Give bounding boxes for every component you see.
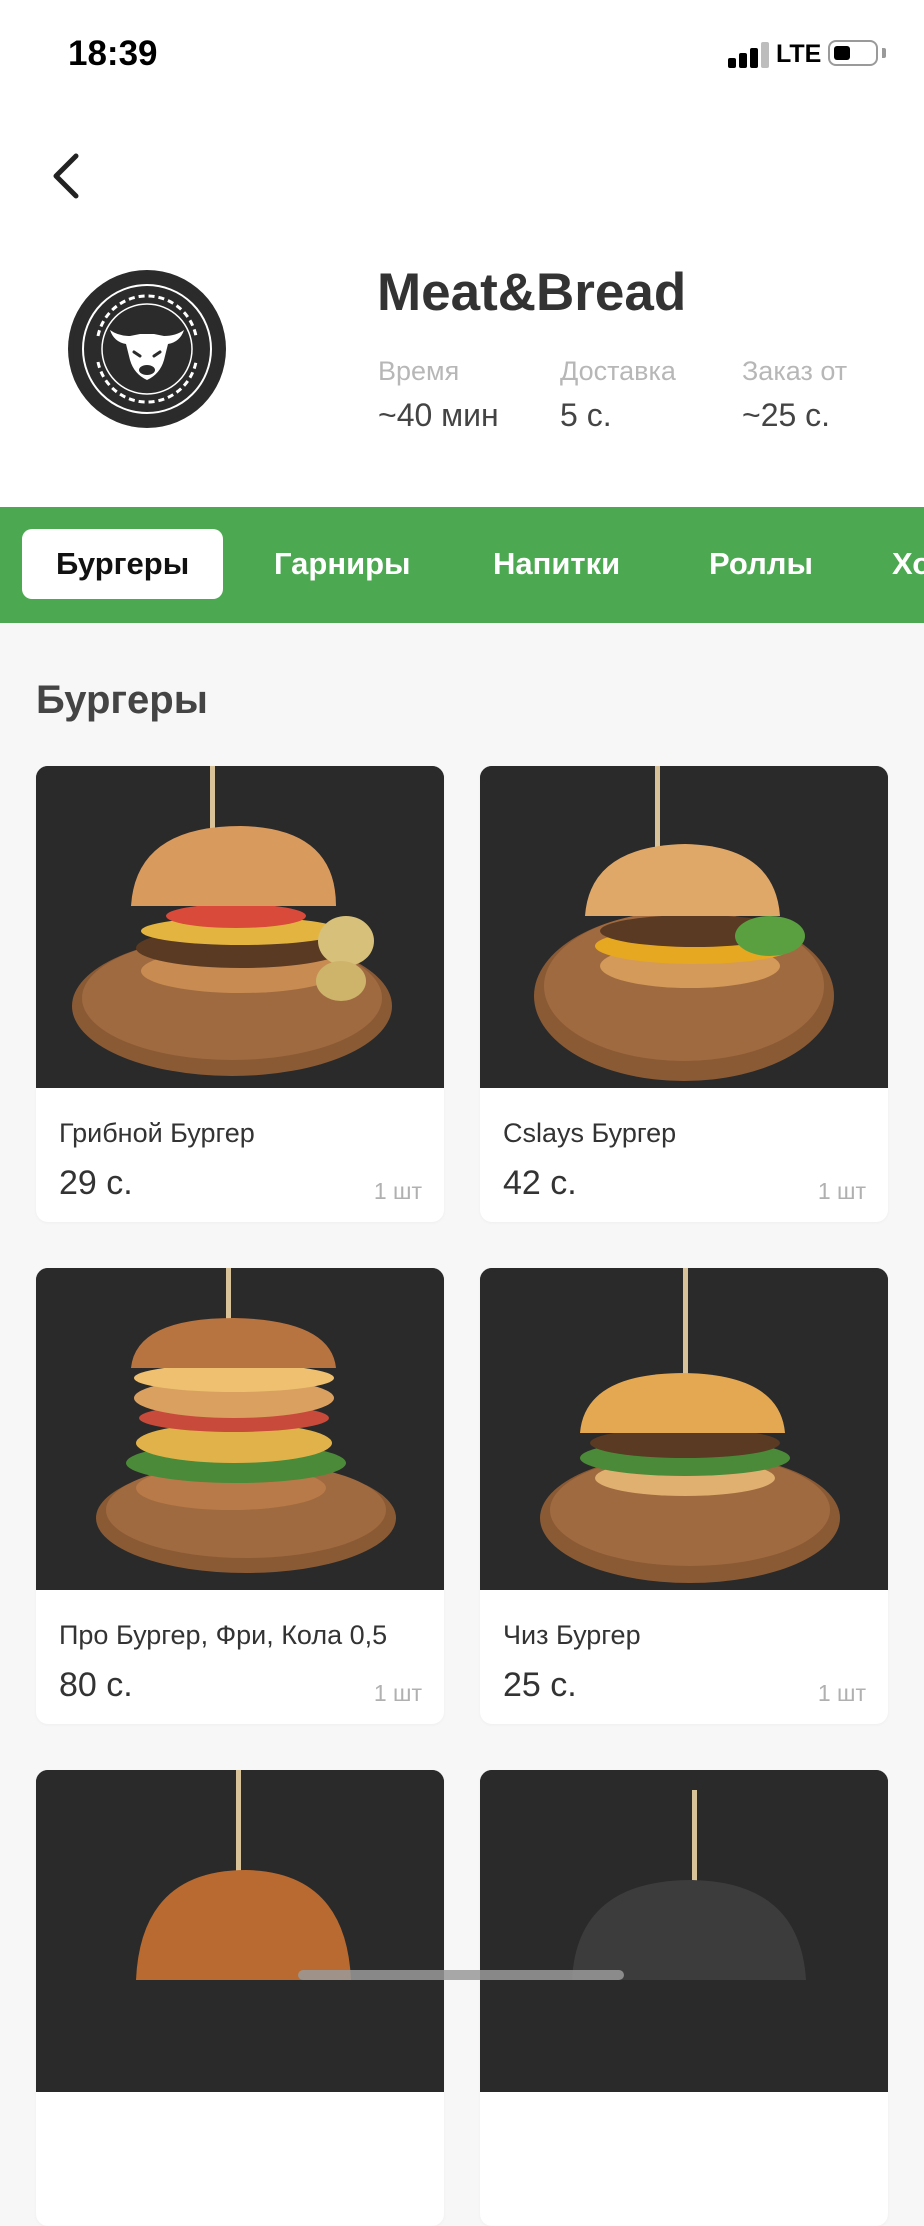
- product-image: [36, 1268, 444, 1590]
- product-qty: 1 шт: [817, 1178, 866, 1204]
- product-name: Грибной Бургер: [59, 1118, 255, 1148]
- product-image: [480, 1770, 888, 2092]
- product-card[interactable]: [36, 1770, 444, 2226]
- signal-icon: [728, 42, 769, 68]
- info-value: ~25 с.: [742, 397, 831, 433]
- back-chevron-icon: [53, 153, 79, 199]
- info-label: Время: [378, 356, 460, 386]
- status-time: 18:39: [68, 34, 158, 73]
- status-bar: 18:39 LTE: [0, 0, 924, 110]
- shop-name: Meat&Bread: [377, 263, 687, 322]
- category-tabs: Бургеры Гарниры Напитки Роллы Хо: [0, 507, 924, 623]
- shop-logo: [68, 270, 226, 428]
- battery-tip: [882, 48, 886, 58]
- tab-more[interactable]: Хо: [892, 529, 924, 599]
- info-delivery-time: Время ~40 мин: [378, 356, 499, 434]
- info-label: Доставка: [560, 356, 676, 386]
- section-title: Бургеры: [36, 678, 208, 722]
- info-min-order: Заказ от ~25 с.: [742, 356, 847, 434]
- tab-sides[interactable]: Гарниры: [274, 529, 411, 599]
- product-name: Про Бургер, Фри, Кола 0,5: [59, 1620, 388, 1650]
- info-delivery-cost: Доставка 5 с.: [560, 356, 676, 434]
- product-price: 25 с.: [503, 1666, 577, 1704]
- back-button[interactable]: [40, 140, 96, 212]
- product-name: Cslays Бургер: [503, 1118, 677, 1148]
- product-image: [36, 766, 444, 1088]
- product-name: Чиз Бургер: [503, 1620, 641, 1650]
- info-value: ~40 мин: [378, 397, 499, 433]
- product-card[interactable]: Чиз Бургер 25 с. 1 шт: [480, 1268, 888, 1724]
- shop-header: Meat&Bread Время ~40 мин Доставка 5 с. З…: [0, 110, 924, 507]
- product-image: [480, 766, 888, 1088]
- network-label: LTE: [776, 40, 822, 68]
- product-card[interactable]: Грибной Бургер 29 с. 1 шт: [36, 766, 444, 1222]
- product-price: 80 с.: [59, 1666, 133, 1704]
- tab-rolls[interactable]: Роллы: [709, 529, 813, 599]
- home-indicator: [298, 1970, 624, 1980]
- product-image: [480, 1268, 888, 1590]
- info-value: 5 с.: [560, 397, 612, 433]
- product-qty: 1 шт: [373, 1680, 422, 1706]
- product-qty: 1 шт: [817, 1680, 866, 1706]
- product-qty: 1 шт: [373, 1178, 422, 1204]
- product-card[interactable]: Про Бургер, Фри, Кола 0,5 80 с. 1 шт: [36, 1268, 444, 1724]
- product-card[interactable]: [480, 1770, 888, 2226]
- product-card[interactable]: Cslays Бургер 42 с. 1 шт: [480, 766, 888, 1222]
- product-price: 29 с.: [59, 1164, 133, 1202]
- info-label: Заказ от: [742, 356, 848, 386]
- product-price: 42 с.: [503, 1164, 577, 1202]
- tab-drinks[interactable]: Напитки: [493, 529, 620, 599]
- tab-burgers[interactable]: Бургеры: [22, 529, 224, 599]
- bull-logo-icon: [73, 275, 221, 423]
- product-image: [36, 1770, 444, 2092]
- battery-icon: [828, 40, 878, 66]
